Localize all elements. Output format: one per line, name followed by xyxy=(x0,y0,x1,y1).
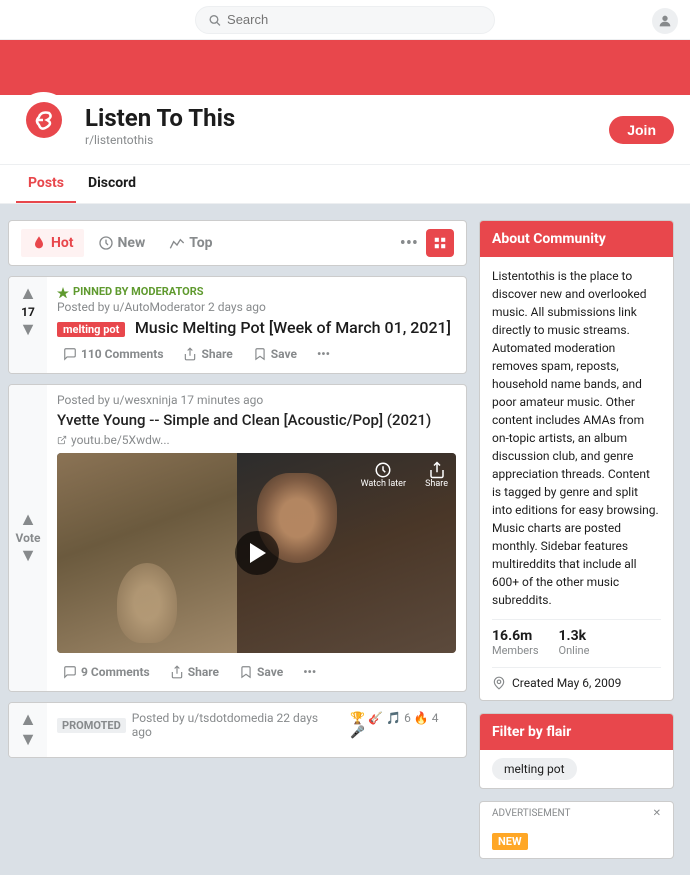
comments-video[interactable]: 9 Comments xyxy=(57,661,156,683)
downvote-promoted[interactable]: ▼ xyxy=(19,731,37,749)
post-vote-video: ▲ Vote ▼ xyxy=(9,385,47,691)
tab-posts[interactable]: Posts xyxy=(16,165,76,203)
user-avatar-button[interactable] xyxy=(652,8,678,34)
main-content: Hot New Top ••• ▲ 17 ▼ xyxy=(0,204,690,875)
downvote-video[interactable]: ▼ xyxy=(19,547,37,565)
downvote-pinned[interactable]: ▼ xyxy=(19,321,37,339)
about-community-card: About Community Listentothis is the plac… xyxy=(479,220,674,701)
post-url-video: youtu.be/5Xwdw... xyxy=(57,433,456,447)
sidebar-divider-2 xyxy=(492,667,661,668)
top-bar xyxy=(0,0,690,40)
sidebar-divider-1 xyxy=(492,619,661,620)
vote-label-video: Vote xyxy=(16,531,41,545)
post-meta-video: Posted by u/wesxninja 17 minutes ago xyxy=(57,393,456,407)
upvote-pinned[interactable]: ▲ xyxy=(19,285,37,303)
post-pinned: ▲ 17 ▼ PINNED BY MODERATORS Posted by u/… xyxy=(8,276,467,374)
video-share-label: Share xyxy=(425,479,448,489)
post-actions-video: 9 Comments Share Save ••• xyxy=(57,661,456,683)
post-title-video[interactable]: Yvette Young -- Simple and Clean [Acoust… xyxy=(57,411,456,429)
video-thumbnail[interactable]: Watch later Share xyxy=(57,453,456,653)
join-button[interactable]: Join xyxy=(609,116,674,144)
subreddit-header: Listen To This r/listentothis Join xyxy=(0,95,690,165)
sort-new[interactable]: New xyxy=(88,229,156,257)
video-share-button[interactable]: Share xyxy=(425,461,448,489)
upvote-video[interactable]: ▲ xyxy=(19,511,37,529)
more-video[interactable]: ••• xyxy=(297,661,322,683)
community-description: Listentothis is the place to discover ne… xyxy=(492,267,661,609)
flair-tags: melting pot xyxy=(480,750,673,788)
promoted-label: PROMOTED xyxy=(57,718,126,733)
sort-more[interactable]: ••• xyxy=(400,233,418,254)
subreddit-title: Listen To This xyxy=(85,104,593,133)
sidebar-stats: 16.6m Members 1.3k Online xyxy=(492,628,661,657)
feed: Hot New Top ••• ▲ 17 ▼ xyxy=(8,220,467,859)
subreddit-info: Listen To This r/listentothis xyxy=(85,104,593,155)
members-label: Members xyxy=(492,644,539,657)
search-input[interactable] xyxy=(227,12,482,27)
subreddit-logo xyxy=(25,101,63,139)
ad-close[interactable]: ✕ xyxy=(653,808,661,819)
filter-flair-card: Filter by flair melting pot xyxy=(479,713,674,789)
cake-icon xyxy=(492,676,506,690)
online-count: 1.3k xyxy=(559,628,590,644)
sort-hot[interactable]: Hot xyxy=(21,229,84,257)
post-promoted: ▲ ▼ PROMOTED Posted by u/tsdotdomedia 22… xyxy=(8,702,467,758)
subreddit-banner xyxy=(0,40,690,95)
ad-content[interactable]: NEW xyxy=(480,825,673,858)
post-video: ▲ Vote ▼ Posted by u/wesxninja 17 minute… xyxy=(8,384,467,692)
filter-header: Filter by flair xyxy=(480,714,673,750)
advertisement-card: ADVERTISEMENT ✕ NEW xyxy=(479,801,674,859)
watch-later-label: Watch later xyxy=(361,479,406,489)
online-stat: 1.3k Online xyxy=(559,628,590,657)
video-figure-left xyxy=(117,563,177,643)
community-header: About Community xyxy=(480,221,673,257)
share-pinned[interactable]: Share xyxy=(177,343,238,365)
post-body-pinned: PINNED BY MODERATORS Posted by u/AutoMod… xyxy=(47,277,466,373)
promoted-meta: PROMOTED Posted by u/tsdotdomedia 22 day… xyxy=(57,711,456,739)
pinned-label: PINNED BY MODERATORS xyxy=(57,285,456,298)
subreddit-name: r/listentothis xyxy=(85,133,593,147)
sort-view-button[interactable] xyxy=(426,229,454,257)
members-stat: 16.6m Members xyxy=(492,628,539,657)
search-icon xyxy=(208,13,221,27)
sort-top[interactable]: Top xyxy=(159,229,222,257)
post-title-pinned: melting pot Music Melting Pot [Week of M… xyxy=(57,318,456,337)
post-vote-promoted: ▲ ▼ xyxy=(9,703,47,757)
ad-new-badge: NEW xyxy=(492,833,528,850)
vote-count-pinned: 17 xyxy=(21,305,35,319)
sort-bar: Hot New Top ••• xyxy=(8,220,467,266)
flair-melting-pot[interactable]: melting pot xyxy=(492,758,577,780)
save-video[interactable]: Save xyxy=(233,661,289,683)
post-actions-pinned: 110 Comments Share Save ••• xyxy=(57,343,456,365)
play-button[interactable] xyxy=(235,531,279,575)
upvote-promoted[interactable]: ▲ xyxy=(19,711,37,729)
post-meta-pinned: Posted by u/AutoModerator 2 days ago xyxy=(57,300,456,314)
video-left-scene xyxy=(57,453,237,653)
search-bar xyxy=(195,6,495,34)
members-count: 16.6m xyxy=(492,628,539,644)
post-body-video: Posted by u/wesxninja 17 minutes ago Yve… xyxy=(47,385,466,691)
save-pinned[interactable]: Save xyxy=(247,343,303,365)
nav-tabs: Posts Discord xyxy=(0,165,690,204)
post-title-text[interactable]: Music Melting Pot [Week of March 01, 202… xyxy=(135,318,451,337)
promoted-post-meta: Posted by u/tsdotdomedia 22 days ago xyxy=(132,711,341,739)
comments-pinned[interactable]: 110 Comments xyxy=(57,343,169,365)
subreddit-icon xyxy=(16,92,71,147)
post-flair[interactable]: melting pot xyxy=(57,322,125,337)
more-pinned[interactable]: ••• xyxy=(311,343,336,365)
community-body: Listentothis is the place to discover ne… xyxy=(480,257,673,700)
tab-discord[interactable]: Discord xyxy=(76,165,148,203)
ad-label: ADVERTISEMENT ✕ xyxy=(480,802,673,825)
share-video[interactable]: Share xyxy=(164,661,225,683)
post-body-promoted: PROMOTED Posted by u/tsdotdomedia 22 day… xyxy=(47,703,466,757)
watch-later-button[interactable]: Watch later xyxy=(361,461,406,489)
created-date: Created May 6, 2009 xyxy=(492,676,661,690)
sidebar: About Community Listentothis is the plac… xyxy=(479,220,674,859)
post-vote-pinned: ▲ 17 ▼ xyxy=(9,277,47,373)
online-label: Online xyxy=(559,644,590,657)
promoted-emoji: 🏆 🎸 🎵 6 🔥 4 🎤 xyxy=(350,711,456,739)
